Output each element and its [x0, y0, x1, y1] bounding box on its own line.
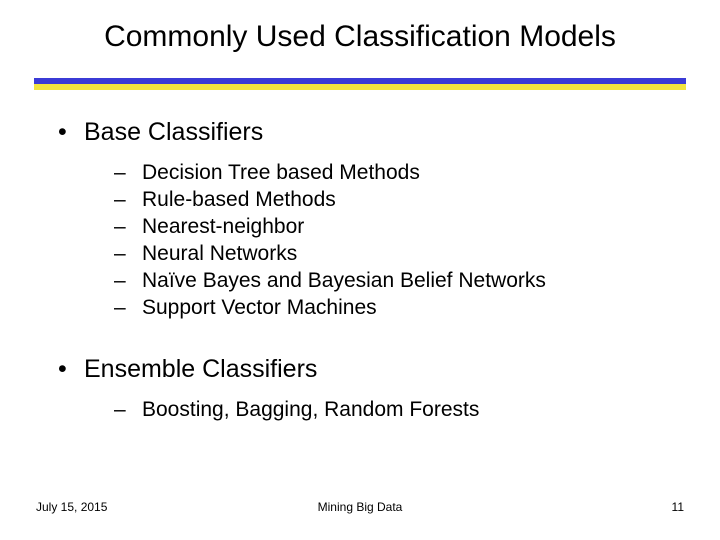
bullet-level1: •Base Classifiers — [58, 118, 680, 147]
list-item: Naïve Bayes and Bayesian Belief Networks — [142, 269, 546, 293]
footer-center: Mining Big Data — [0, 500, 720, 514]
list-item: Rule-based Methods — [142, 188, 336, 212]
bullet-level1: •Ensemble Classifiers — [58, 355, 680, 384]
list-item: Neural Networks — [142, 242, 297, 266]
spacer — [58, 323, 680, 355]
sub-list: –Boosting, Bagging, Random Forests — [114, 398, 680, 422]
bullet-dash-icon: – — [114, 296, 142, 320]
bullet-level2: –Rule-based Methods — [114, 188, 680, 212]
slide-content: •Base Classifiers –Decision Tree based M… — [58, 118, 680, 425]
section-heading: Ensemble Classifiers — [84, 355, 317, 383]
bullet-dash-icon: – — [114, 161, 142, 185]
bullet-dot-icon: • — [58, 355, 84, 384]
bullet-level2: –Boosting, Bagging, Random Forests — [114, 398, 680, 422]
bullet-dash-icon: – — [114, 398, 142, 422]
bullet-level2: –Decision Tree based Methods — [114, 161, 680, 185]
bullet-level2: –Support Vector Machines — [114, 296, 680, 320]
bullet-dash-icon: – — [114, 242, 142, 266]
slide-title: Commonly Used Classification Models — [0, 20, 720, 54]
bullet-level2: –Nearest-neighbor — [114, 215, 680, 239]
bullet-dash-icon: – — [114, 188, 142, 212]
bullet-level2: –Naïve Bayes and Bayesian Belief Network… — [114, 269, 680, 293]
bullet-dot-icon: • — [58, 118, 84, 147]
divider-yellow — [34, 84, 686, 90]
footer-page-number: 11 — [672, 500, 684, 514]
list-item: Decision Tree based Methods — [142, 161, 420, 185]
list-item: Boosting, Bagging, Random Forests — [142, 398, 479, 422]
list-item: Support Vector Machines — [142, 296, 377, 320]
bullet-dash-icon: – — [114, 269, 142, 293]
slide: Commonly Used Classification Models •Bas… — [0, 0, 720, 540]
section-heading: Base Classifiers — [84, 118, 263, 146]
list-item: Nearest-neighbor — [142, 215, 304, 239]
title-divider — [34, 78, 686, 90]
sub-list: –Decision Tree based Methods –Rule-based… — [114, 161, 680, 320]
bullet-dash-icon: – — [114, 215, 142, 239]
bullet-level2: –Neural Networks — [114, 242, 680, 266]
